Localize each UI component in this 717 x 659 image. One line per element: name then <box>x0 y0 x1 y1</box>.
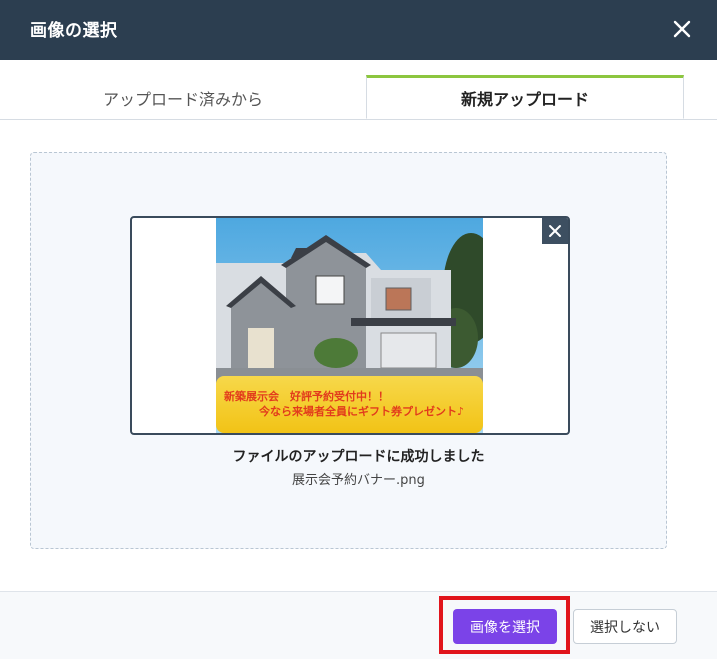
tab-new-upload[interactable]: 新規アップロード <box>366 75 684 119</box>
image-preview: 新築展示会 好評予約受付中！！ 今なら来場者全員にギフト券プレゼント♪ <box>130 216 570 435</box>
banner-line1: 新築展示会 好評予約受付中！！ <box>224 390 389 403</box>
close-icon[interactable] <box>669 16 695 42</box>
tab-uploaded[interactable]: アップロード済みから <box>0 76 366 119</box>
tab-bar: アップロード済みから 新規アップロード <box>0 60 717 120</box>
banner-line2: 今なら来場者全員にギフト券プレゼント♪ <box>259 405 465 418</box>
remove-image-button[interactable] <box>542 218 568 244</box>
upload-status: ファイルのアップロードに成功しました <box>232 449 485 465</box>
dialog-title: 画像の選択 <box>30 21 118 41</box>
dialog-header: 画像の選択 <box>0 0 717 60</box>
close-icon <box>549 225 561 237</box>
file-name: 展示会予約バナー.png <box>292 473 425 488</box>
no-select-button[interactable]: 選択しない <box>573 609 677 644</box>
select-image-button[interactable]: 画像を選択 <box>453 609 557 644</box>
